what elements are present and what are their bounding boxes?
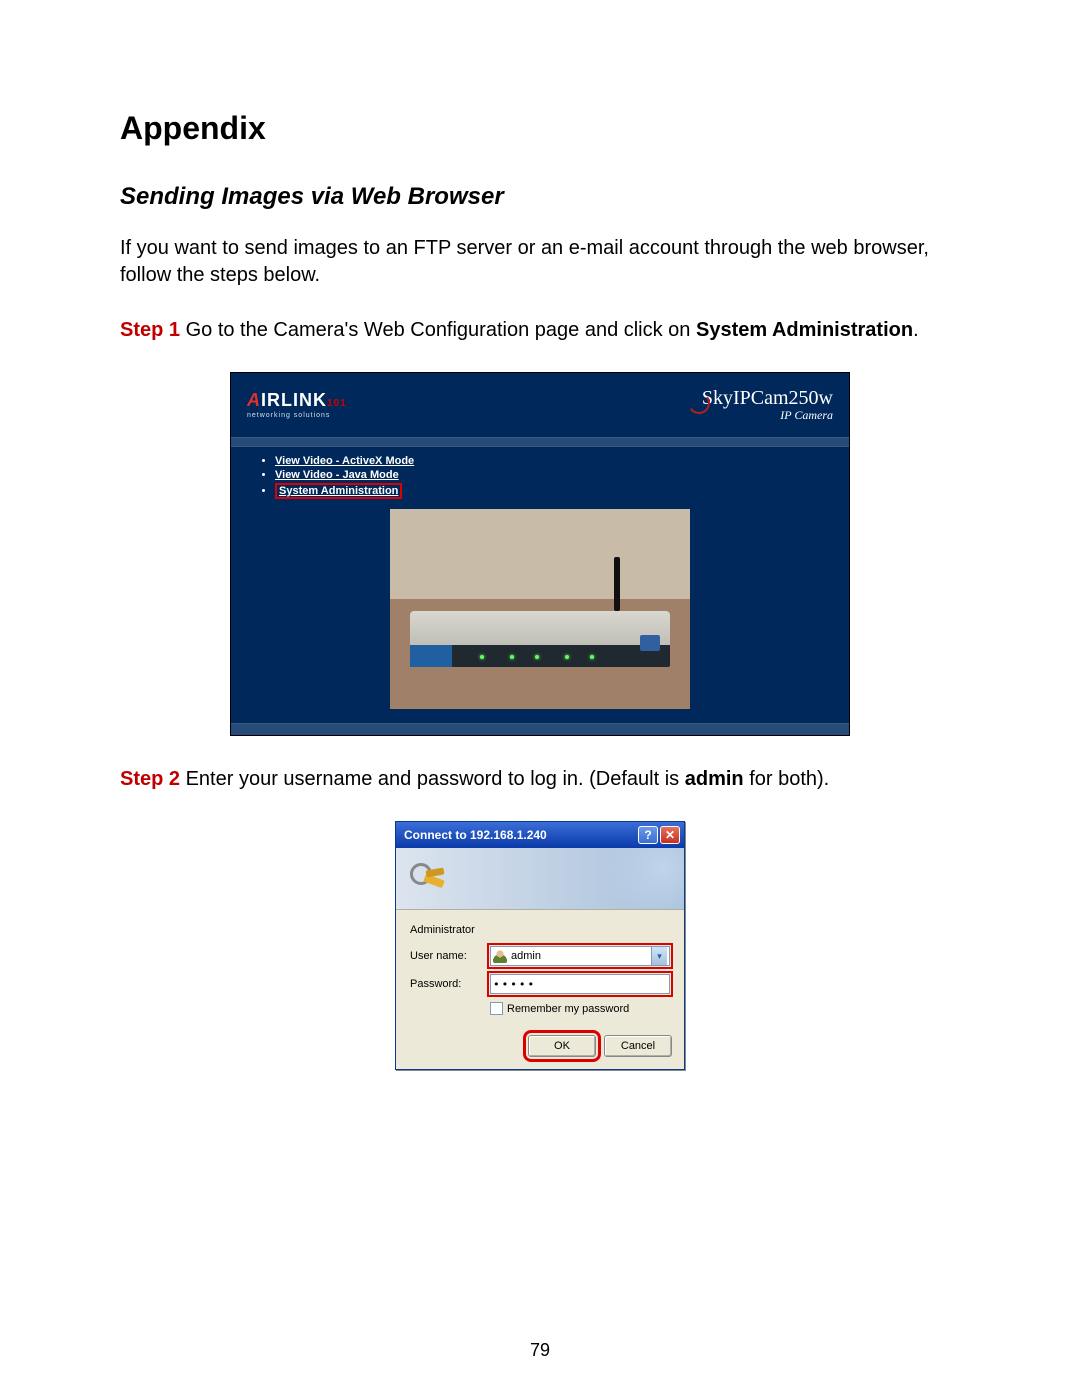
dialog-banner <box>396 848 684 910</box>
step-1-bold: System Administration <box>696 319 913 341</box>
logo-subtitle: networking solutions <box>247 412 347 419</box>
logo-101: 101 <box>327 398 347 409</box>
step-1-label: Step 1 <box>120 319 180 341</box>
logo-letter-a: A <box>247 390 261 410</box>
page-title: Appendix <box>120 110 960 147</box>
step-2-b: for both). <box>744 768 830 790</box>
close-button[interactable]: ✕ <box>660 826 680 844</box>
camera-nav-links: View Video - ActiveX Mode View Video - J… <box>275 455 829 499</box>
login-dialog: Connect to 192.168.1.240 ? ✕ Administrat… <box>395 821 685 1070</box>
dialog-titlebar[interactable]: Connect to 192.168.1.240 ? ✕ <box>396 822 684 848</box>
router-logo <box>640 635 660 651</box>
keys-icon <box>408 859 448 899</box>
step-1-b: . <box>913 319 919 341</box>
step-2-text: Step 2 Enter your username and password … <box>120 766 960 793</box>
username-label: User name: <box>410 950 490 962</box>
product-name: SkyIPCam250w <box>702 387 833 409</box>
auth-realm: Administrator <box>410 924 670 936</box>
divider-bar <box>231 437 849 447</box>
step-2-bold: admin <box>685 768 744 790</box>
camera-body: View Video - ActiveX Mode View Video - J… <box>231 447 849 723</box>
camera-header: AIRLINK101 networking solutions SkyIPCam… <box>231 373 849 437</box>
password-field[interactable]: ••••• <box>490 974 670 994</box>
router-antenna <box>614 557 620 611</box>
help-button[interactable]: ? <box>638 826 658 844</box>
step-1-text: Step 1 Go to the Camera's Web Configurat… <box>120 317 960 344</box>
router-led <box>565 655 569 659</box>
username-value: admin <box>511 950 541 962</box>
username-field[interactable]: admin ▾ <box>490 946 670 966</box>
product-title: SkyIPCam250w IP Camera <box>702 387 833 423</box>
airlink-logo: AIRLINK101 networking solutions <box>247 391 347 419</box>
logo-text: IRLINK <box>261 390 327 410</box>
remember-checkbox[interactable] <box>490 1002 503 1015</box>
password-value: ••••• <box>493 978 536 991</box>
router-led <box>535 655 539 659</box>
remember-label: Remember my password <box>507 1003 629 1015</box>
user-icon <box>493 949 507 963</box>
cancel-button[interactable]: Cancel <box>604 1035 672 1057</box>
step-1-a: Go to the Camera's Web Configuration pag… <box>180 319 696 341</box>
router-led <box>480 655 484 659</box>
router-led <box>590 655 594 659</box>
link-java[interactable]: View Video - Java Mode <box>275 469 399 481</box>
step-2-a: Enter your username and password to log … <box>180 768 685 790</box>
router-led <box>510 655 514 659</box>
router-accent <box>410 645 452 667</box>
camera-config-screenshot: AIRLINK101 networking solutions SkyIPCam… <box>230 372 850 736</box>
link-activex[interactable]: View Video - ActiveX Mode <box>275 455 414 467</box>
step-2-label: Step 2 <box>120 768 180 790</box>
dialog-title: Connect to 192.168.1.240 <box>404 828 547 842</box>
product-subtitle: IP Camera <box>702 408 833 423</box>
password-label: Password: <box>410 978 490 990</box>
page-number: 79 <box>0 1340 1080 1361</box>
chevron-down-icon[interactable]: ▾ <box>651 947 667 965</box>
camera-video-frame <box>390 509 690 709</box>
footer-bar <box>231 723 849 735</box>
link-system-administration[interactable]: System Administration <box>279 485 398 497</box>
intro-paragraph: If you want to send images to an FTP ser… <box>120 235 960 289</box>
ok-button[interactable]: OK <box>528 1035 596 1057</box>
section-title: Sending Images via Web Browser <box>120 183 960 211</box>
